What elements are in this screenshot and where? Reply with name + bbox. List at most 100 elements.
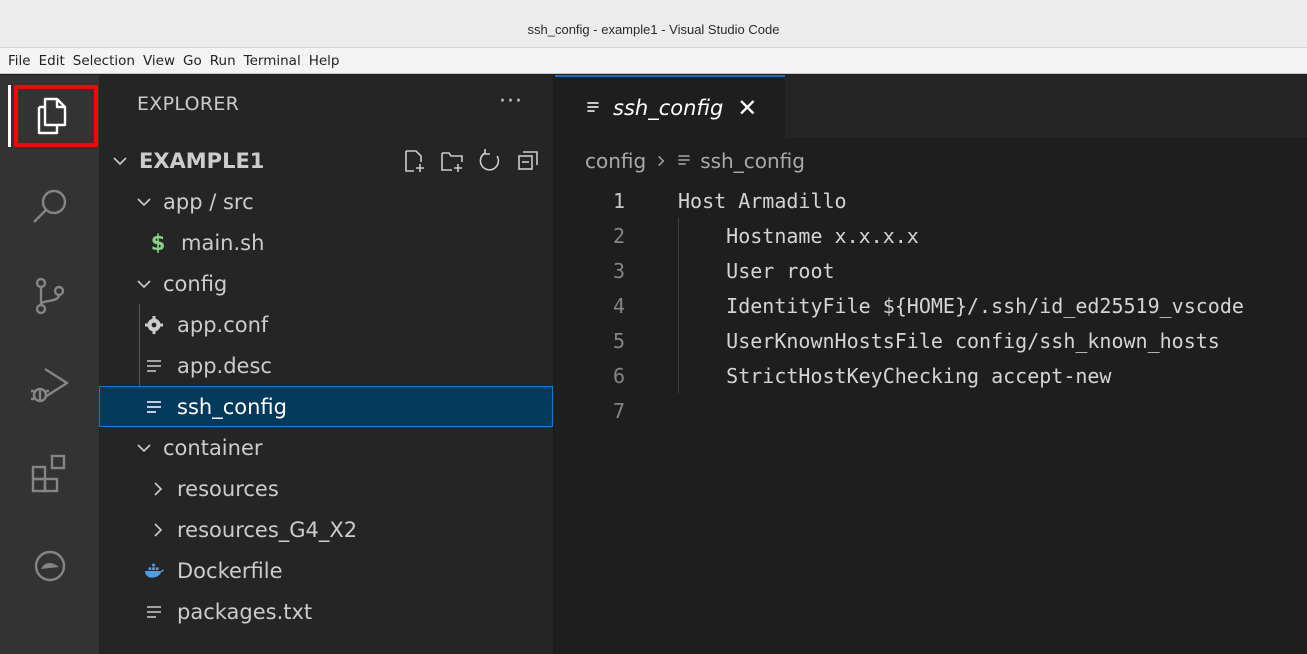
tree-file-dockerfile[interactable]: Dockerfile (99, 550, 553, 591)
tab-ssh-config[interactable]: ssh_config ✕ (555, 75, 785, 138)
new-file-icon[interactable] (401, 148, 427, 174)
code-line: 3 User root (555, 253, 1307, 288)
breadcrumb-file[interactable]: ssh_config (700, 149, 805, 173)
menu-terminal[interactable]: Terminal (240, 53, 305, 69)
lines-icon (143, 396, 165, 418)
active-indicator (8, 85, 11, 147)
tree-file-app-conf[interactable]: app.conf (99, 304, 553, 345)
tree-item-label: Dockerfile (177, 558, 283, 583)
search-icon (32, 189, 66, 223)
shell-script-icon: $ (150, 230, 166, 255)
lines-icon (585, 96, 601, 120)
explorer-header: EXPLORER (137, 93, 240, 115)
new-folder-icon[interactable] (439, 148, 465, 174)
extensions-icon (31, 454, 65, 493)
line-number: 7 (612, 398, 625, 423)
code-text: Host Armadillo (678, 188, 847, 213)
editor-area: ssh_config ✕ config ssh_config 1 Host Ar… (555, 75, 1307, 654)
tree-item-label: app / src (163, 189, 254, 214)
tree-file-app-desc[interactable]: app.desc (99, 345, 553, 386)
highlight-box (14, 85, 98, 147)
code-line: 1 Host Armadillo (555, 183, 1307, 218)
code-text: User root (678, 258, 835, 283)
tree-file-packages-txt[interactable]: packages.txt (99, 591, 553, 632)
menu-bar: File Edit Selection View Go Run Terminal… (0, 48, 1307, 74)
lines-icon (676, 149, 692, 173)
remote-explorer-icon (34, 550, 65, 582)
line-number: 2 (612, 223, 625, 248)
folder-actions (401, 140, 541, 181)
tree-item-label: resources (177, 476, 279, 501)
menu-view[interactable]: View (139, 53, 179, 69)
tree-item-label: resources_G4_X2 (177, 517, 358, 542)
tree-item-label: container (163, 435, 263, 460)
breadcrumb: config ssh_config (585, 149, 805, 173)
code-line: 6 StrictHostKeyChecking accept-new (555, 358, 1307, 393)
tree-item-label: config (163, 271, 228, 296)
tree-item-label: packages.txt (177, 599, 313, 624)
gear-icon (143, 314, 165, 336)
tree-item-label: ssh_config (177, 394, 287, 419)
tree-item-label: main.sh (181, 230, 265, 255)
activity-extensions[interactable] (0, 433, 99, 515)
chevron-right-icon (654, 149, 668, 173)
code-line: 2 Hostname x.x.x.x (555, 218, 1307, 253)
explorer-sidebar: EXPLORER ··· EXAMPLE1 app / src $ main.s… (99, 75, 554, 654)
activity-run-debug[interactable] (0, 343, 99, 425)
breadcrumb-folder[interactable]: config (585, 149, 646, 173)
menu-selection[interactable]: Selection (69, 53, 139, 69)
source-control-icon (35, 277, 64, 315)
collapse-all-icon[interactable] (515, 148, 541, 174)
code-line: 7 (555, 393, 1307, 428)
chevron-right-icon (147, 519, 169, 541)
chevron-down-icon (133, 437, 155, 459)
activity-source-control[interactable] (0, 255, 99, 337)
menu-edit[interactable]: Edit (35, 53, 69, 69)
workspace-root[interactable]: EXAMPLE1 (99, 140, 553, 181)
refresh-icon[interactable] (477, 148, 503, 174)
code-line: 4 IdentityFile ${HOME}/.ssh/id_ed25519_v… (555, 288, 1307, 323)
menu-go[interactable]: Go (179, 53, 206, 69)
tree-item-label: app.conf (177, 312, 269, 337)
line-number: 3 (612, 258, 625, 283)
more-actions-button[interactable]: ··· (499, 89, 523, 114)
tree-folder-app-src[interactable]: app / src (99, 181, 553, 222)
close-icon[interactable]: ✕ (737, 94, 757, 122)
tree-folder-config[interactable]: config (99, 263, 553, 304)
run-debug-icon (30, 367, 68, 403)
menu-file[interactable]: File (4, 53, 35, 69)
tree-folder-resources-g4-x2[interactable]: resources_G4_X2 (99, 509, 553, 550)
indent-guide (678, 218, 679, 393)
activity-remote[interactable] (0, 525, 99, 607)
chevron-right-icon (147, 478, 169, 500)
title-bar: ssh_config - example1 - Visual Studio Co… (0, 0, 1307, 48)
code-text: Hostname x.x.x.x (678, 223, 919, 248)
chevron-down-icon (109, 150, 131, 172)
tab-label: ssh_config (613, 95, 724, 120)
tree-item-label: app.desc (177, 353, 272, 378)
editor-tabs: ssh_config ✕ (555, 75, 1307, 138)
menu-help[interactable]: Help (305, 53, 344, 69)
tree-folder-resources[interactable]: resources (99, 468, 553, 509)
line-number: 1 (612, 188, 625, 213)
code-line: 5 UserKnownHostsFile config/ssh_known_ho… (555, 323, 1307, 358)
lines-icon (143, 355, 165, 377)
workspace-root-label: EXAMPLE1 (139, 148, 265, 173)
line-number: 4 (612, 293, 625, 318)
tree-file-ssh-config[interactable]: ssh_config (99, 386, 553, 427)
tree-folder-container[interactable]: container (99, 427, 553, 468)
code-text: StrictHostKeyChecking accept-new (678, 363, 1112, 388)
window-title: ssh_config - example1 - Visual Studio Co… (527, 22, 780, 37)
lines-icon (143, 601, 165, 623)
tree-file-main-sh[interactable]: $ main.sh (99, 222, 553, 263)
menu-run[interactable]: Run (206, 53, 240, 69)
docker-icon (143, 560, 165, 582)
chevron-down-icon (133, 191, 155, 213)
line-number: 6 (612, 363, 625, 388)
activity-search[interactable] (0, 165, 99, 247)
line-number: 5 (612, 328, 625, 353)
activity-bar (0, 75, 99, 654)
code-text: UserKnownHostsFile config/ssh_known_host… (678, 328, 1220, 353)
code-text: IdentityFile ${HOME}/.ssh/id_ed25519_vsc… (678, 293, 1244, 318)
chevron-down-icon (133, 273, 155, 295)
